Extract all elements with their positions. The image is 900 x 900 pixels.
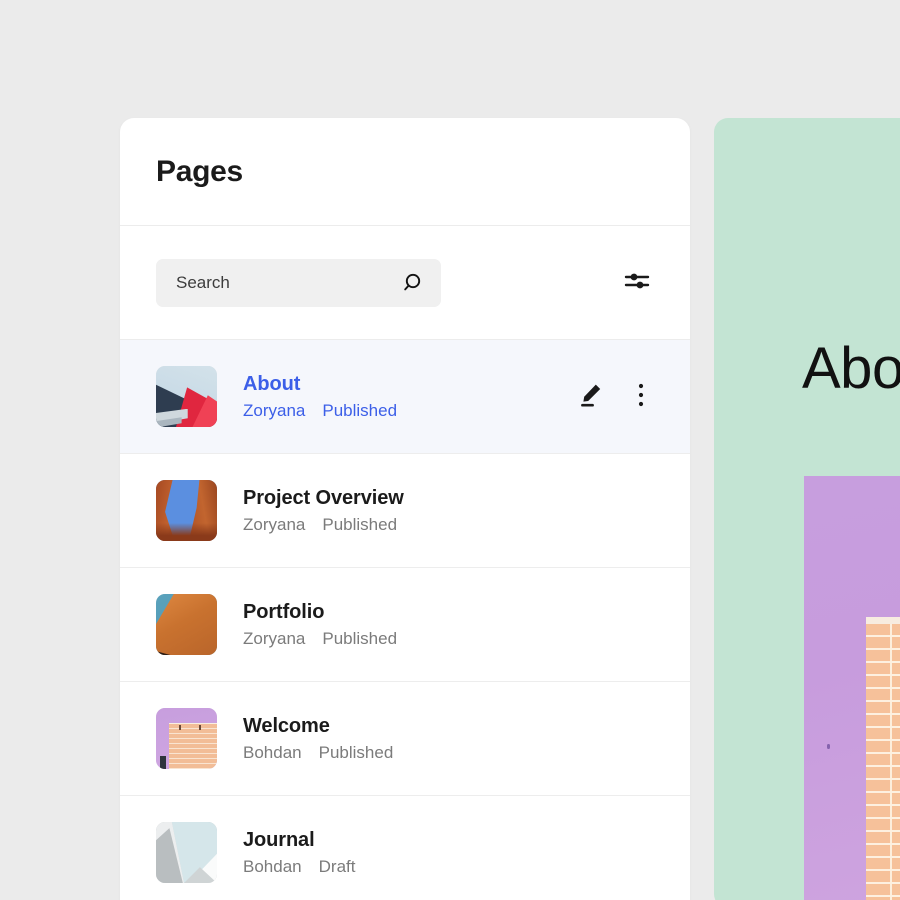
list-item-title[interactable]: Portfolio (243, 601, 397, 623)
page-list: About Zoryana Published Project Overview… (120, 340, 690, 900)
list-item-text: About Zoryana Published (243, 373, 398, 420)
list-item-author: Zoryana (243, 514, 306, 534)
pencil-icon (579, 382, 603, 411)
page-title: Pages (156, 154, 243, 188)
search-icon[interactable] (401, 270, 427, 296)
edit-button[interactable] (578, 382, 604, 412)
rust-sculpture-thumbnail (156, 480, 217, 541)
photo-speck (827, 744, 830, 749)
architecture-navy-red-thumbnail (156, 366, 217, 427)
search-input[interactable] (176, 272, 389, 293)
list-item-meta: Zoryana Published (243, 514, 404, 534)
preview-page-title: About (802, 336, 900, 401)
list-item[interactable]: Portfolio Zoryana Published (120, 568, 690, 682)
list-item-status: Published (322, 514, 398, 534)
list-item-status: Published (318, 742, 394, 762)
list-item[interactable]: About Zoryana Published (120, 340, 690, 454)
list-item-status: Published (322, 628, 398, 648)
list-item-author: Zoryana (243, 628, 306, 648)
list-item-status: Published (322, 400, 398, 420)
list-item-author: Zoryana (243, 400, 306, 420)
more-options-button[interactable] (628, 382, 654, 412)
list-item-text: Journal Bohdan Draft (243, 829, 356, 876)
filter-sliders-icon (624, 270, 650, 295)
filter-button[interactable] (620, 266, 654, 300)
list-item-title[interactable]: Project Overview (243, 487, 404, 509)
list-item-text: Welcome Bohdan Published (243, 715, 394, 762)
screen: About Pages (0, 0, 900, 900)
list-item-meta: Zoryana Published (243, 400, 398, 420)
list-item[interactable]: Project Overview Zoryana Published (120, 454, 690, 568)
list-item[interactable]: Welcome Bohdan Published (120, 682, 690, 796)
list-item-author: Bohdan (243, 856, 302, 876)
row-actions (578, 382, 654, 412)
preview-photo (804, 476, 900, 900)
list-item-status: Draft (318, 856, 356, 876)
list-item-text: Project Overview Zoryana Published (243, 487, 404, 534)
orange-rock-thumbnail (156, 594, 217, 655)
list-item-title[interactable]: About (243, 373, 397, 395)
more-vertical-icon (638, 382, 644, 411)
grey-architecture-thumbnail (156, 822, 217, 883)
page-preview-panel[interactable]: About (714, 118, 900, 900)
list-item-meta: Zoryana Published (243, 628, 398, 648)
brick-wall-lavender-thumbnail (156, 708, 217, 769)
list-item-meta: Bohdan Draft (243, 856, 356, 876)
pages-card: Pages Search About Zoryana Published Pro… (120, 118, 690, 900)
photo-brick-wall (866, 624, 900, 900)
list-item-title[interactable]: Journal (243, 829, 355, 851)
list-item-meta: Bohdan Published (243, 742, 394, 762)
list-item-title[interactable]: Welcome (243, 715, 393, 737)
card-header: Pages (120, 118, 690, 226)
list-item-author: Bohdan (243, 742, 302, 762)
list-item-text: Portfolio Zoryana Published (243, 601, 398, 648)
search-box[interactable] (156, 258, 441, 307)
toolbar (120, 226, 690, 340)
list-item[interactable]: Journal Bohdan Draft (120, 796, 690, 900)
